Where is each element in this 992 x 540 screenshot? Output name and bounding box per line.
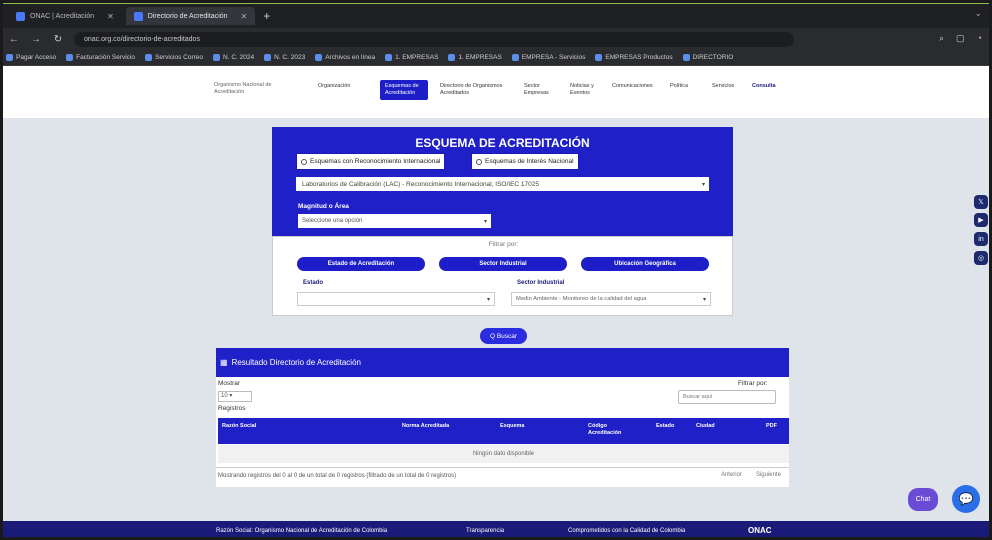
window-frame (0, 0, 992, 540)
